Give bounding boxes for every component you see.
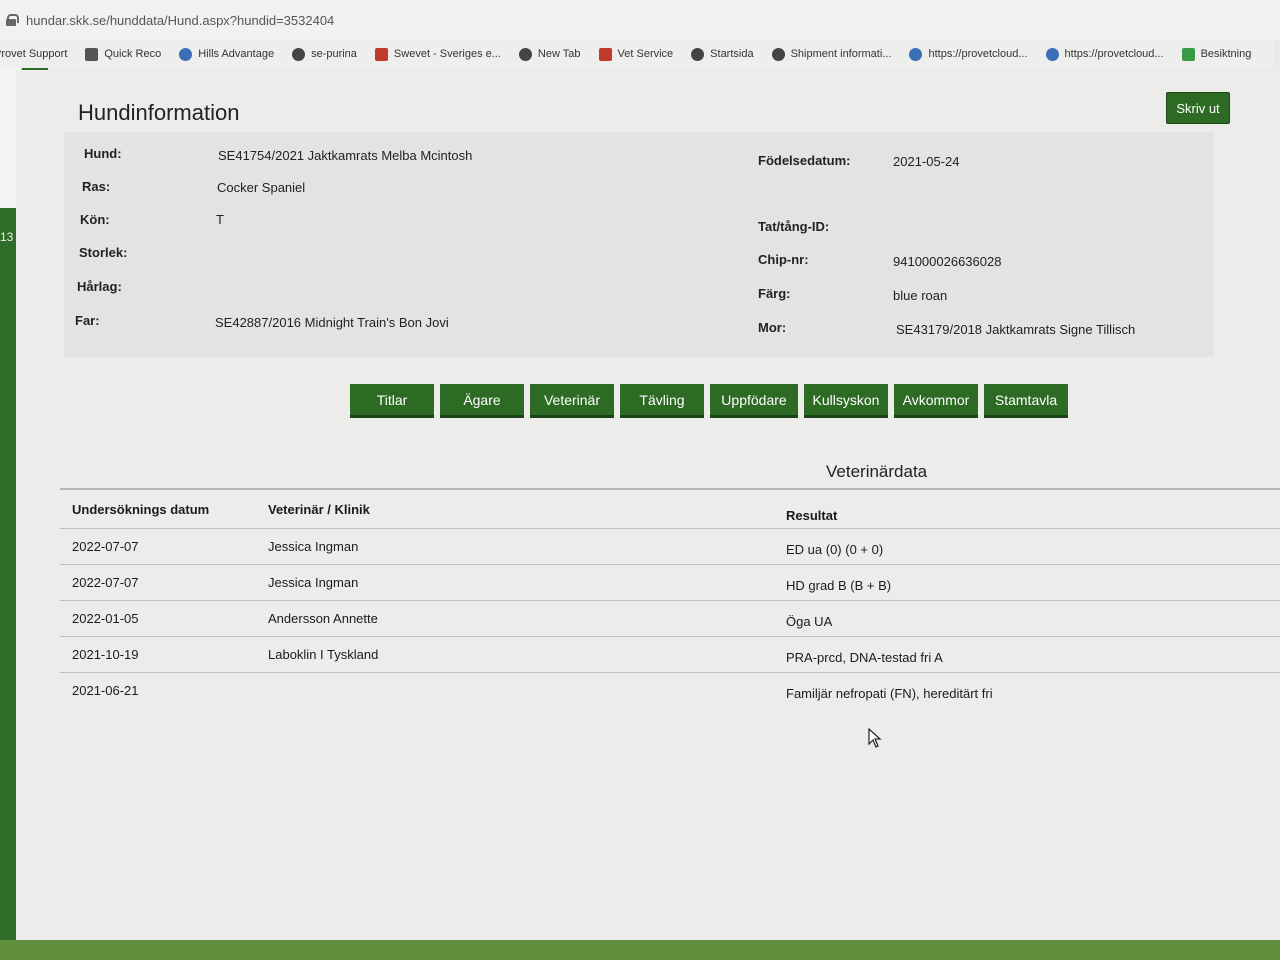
- bookmark-item[interactable]: Startsida: [691, 47, 754, 61]
- tab-6[interactable]: Kullsyskon: [804, 384, 888, 418]
- bookmark-label: Besiktning: [1200, 48, 1252, 60]
- table-row: 2021-10-19 Laboklin I Tyskland PRA-prcd, D…: [60, 636, 1280, 672]
- header-date: Undersöknings datum: [72, 502, 210, 517]
- kon-label: Kön:: [80, 212, 110, 227]
- bottom-bar: [0, 940, 1280, 960]
- harlag-label: Hårlag:: [77, 279, 122, 294]
- bookmark-label: https://provetcloud...: [1064, 48, 1164, 60]
- bookmark-item[interactable]: https://provetcloud...: [1045, 47, 1164, 61]
- blue-icon: [909, 47, 923, 61]
- tab-5[interactable]: Uppfödare: [710, 384, 798, 418]
- bookmark-label: Hills Advantage: [198, 48, 275, 60]
- storlek-label: Storlek:: [79, 245, 128, 260]
- bookmark-item[interactable]: Hills Advantage: [179, 47, 275, 61]
- tat-id-label: Tat/tång-ID:: [758, 219, 830, 234]
- mor-value[interactable]: SE43179/2018 Jaktkamrats Signe Tillisch: [896, 322, 1135, 337]
- fodelsedatum-label: Födelsedatum:: [758, 153, 851, 168]
- bookmark-item[interactable]: Vet Service: [598, 47, 674, 61]
- hund-label: Hund:: [84, 146, 122, 161]
- cell-date: 2021-10-19: [72, 647, 139, 662]
- red-icon: [374, 47, 388, 61]
- cell-result: Öga UA: [786, 614, 833, 629]
- bookmark-label: https://provetcloud...: [928, 48, 1028, 60]
- bookmark-item[interactable]: Besiktning: [1181, 47, 1252, 61]
- chip-label: Chip-nr:: [758, 252, 809, 267]
- bookmark-label: Vet Service: [617, 48, 674, 60]
- farg-label: Färg:: [758, 286, 791, 301]
- bookmark-item[interactable]: Swevet - Sveriges e...: [374, 47, 501, 61]
- ras-label: Ras:: [82, 179, 111, 194]
- tab-8[interactable]: Stamtavla: [984, 384, 1068, 418]
- cell-result: ED ua (0) (0 + 0): [786, 542, 884, 557]
- cell-result: Familjär nefropati (FN), hereditärt fri: [786, 686, 993, 701]
- bookmark-item[interactable]: se-purina: [292, 47, 357, 61]
- cell-vet: Jessica Ingman: [268, 539, 359, 554]
- green-icon: [1181, 47, 1195, 61]
- sq-icon: [85, 47, 99, 61]
- table-row: 2022-07-07 Jessica Ingman ED ua (0) (0 + 0…: [60, 528, 1280, 564]
- kon-value: T: [216, 212, 224, 227]
- bookmark-label: Quick Reco: [104, 48, 162, 60]
- bookmark-label: Provet Support: [0, 48, 68, 60]
- tab-2[interactable]: Ägare: [440, 384, 524, 418]
- globe-icon: [691, 47, 705, 61]
- red-icon: [598, 47, 612, 61]
- far-value[interactable]: SE42887/2016 Midnight Train's Bon Jovi: [215, 315, 449, 330]
- cell-date: 2022-07-07: [72, 539, 139, 554]
- vet-section-title: Veterinärdata: [826, 462, 928, 481]
- vet-table: Undersöknings datum Veterinär / Klinik R…: [60, 488, 1280, 708]
- bookmark-label: Startsida: [710, 48, 754, 60]
- table-header-row: Undersöknings datum Veterinär / Klinik R…: [60, 488, 1280, 528]
- cell-result: PRA-prcd, DNA-testad fri A: [786, 650, 943, 665]
- cell-vet: Jessica Ingman: [268, 575, 359, 590]
- bookmark-item[interactable]: New Tab: [518, 47, 581, 61]
- cell-result: HD grad B (B + B): [786, 578, 892, 593]
- header-result: Resultat: [786, 508, 838, 523]
- tab-1[interactable]: Titlar: [350, 384, 434, 418]
- globe-icon: [771, 47, 785, 61]
- left-rail-number: 13: [0, 230, 14, 244]
- tab-7[interactable]: Avkommor: [894, 384, 978, 418]
- mouse-cursor-icon: [868, 728, 882, 748]
- chip-value: 941000026636028: [893, 254, 1002, 269]
- tab-bar: Titlar Ägare Veterinär Tävling Uppfödare Kull…: [350, 384, 1068, 418]
- tab-4[interactable]: Tävling: [620, 384, 704, 418]
- main-page: Hundinformation Skriv ut Hund: SE41754/2…: [16, 70, 1280, 940]
- bookmark-label: Shipment informati...: [790, 48, 892, 60]
- blue-icon: [1045, 47, 1059, 61]
- lock-icon: [6, 14, 19, 26]
- cell-vet: Andersson Annette: [268, 611, 378, 626]
- page-title: Hundinformation: [78, 100, 240, 125]
- cell-date: 2022-07-07: [72, 575, 139, 590]
- bookmark-item[interactable]: Provet Support: [0, 48, 67, 60]
- ras-value: Cocker Spaniel: [217, 180, 306, 195]
- bookmark-label: New Tab: [537, 48, 581, 60]
- mor-label: Mor:: [758, 320, 787, 335]
- table-row: 2022-01-05 Andersson Annette Öga UA: [60, 600, 1280, 636]
- address-bar[interactable]: hundar.skk.se/hunddata/Hund.aspx?hundid=…: [0, 0, 1280, 40]
- bookmark-item[interactable]: Shipment informati...: [771, 47, 892, 61]
- print-button[interactable]: Skriv ut: [1166, 92, 1230, 124]
- url-text[interactable]: hundar.skk.se/hunddata/Hund.aspx?hundid=…: [26, 13, 334, 28]
- dog-info-box: Hund: SE41754/2021 Jaktkamrats Melba Mci…: [64, 132, 1214, 357]
- bookmark-item[interactable]: Quick Reco: [85, 47, 162, 61]
- bookmark-label: Swevet - Sveriges e...: [393, 48, 501, 60]
- cell-date: 2021-06-21: [72, 683, 139, 698]
- globe-icon: [292, 47, 306, 61]
- table-row: 2021-06-21 Familjär nefropati (FN), hered…: [60, 672, 1280, 708]
- blue-icon: [179, 47, 193, 61]
- farg-value: blue roan: [893, 288, 948, 303]
- hund-value: SE41754/2021 Jaktkamrats Melba Mcintosh: [218, 148, 473, 163]
- bookmarks-bar: Provet Support Quick Reco Hills Advantage s…: [0, 40, 1274, 68]
- bookmark-item[interactable]: https://provetcloud...: [909, 47, 1028, 61]
- table-row: 2022-07-07 Jessica Ingman HD grad B (B + B…: [60, 564, 1280, 600]
- globe-icon: [518, 47, 532, 61]
- far-label: Far:: [75, 313, 100, 328]
- fodelsedatum-value: 2021-05-24: [893, 154, 960, 169]
- header-vet: Veterinär / Klinik: [268, 502, 370, 517]
- bookmark-label: se-purina: [311, 48, 357, 60]
- cell-vet: Laboklin I Tyskland: [268, 647, 379, 662]
- tab-3[interactable]: Veterinär: [530, 384, 614, 418]
- cell-date: 2022-01-05: [72, 611, 139, 626]
